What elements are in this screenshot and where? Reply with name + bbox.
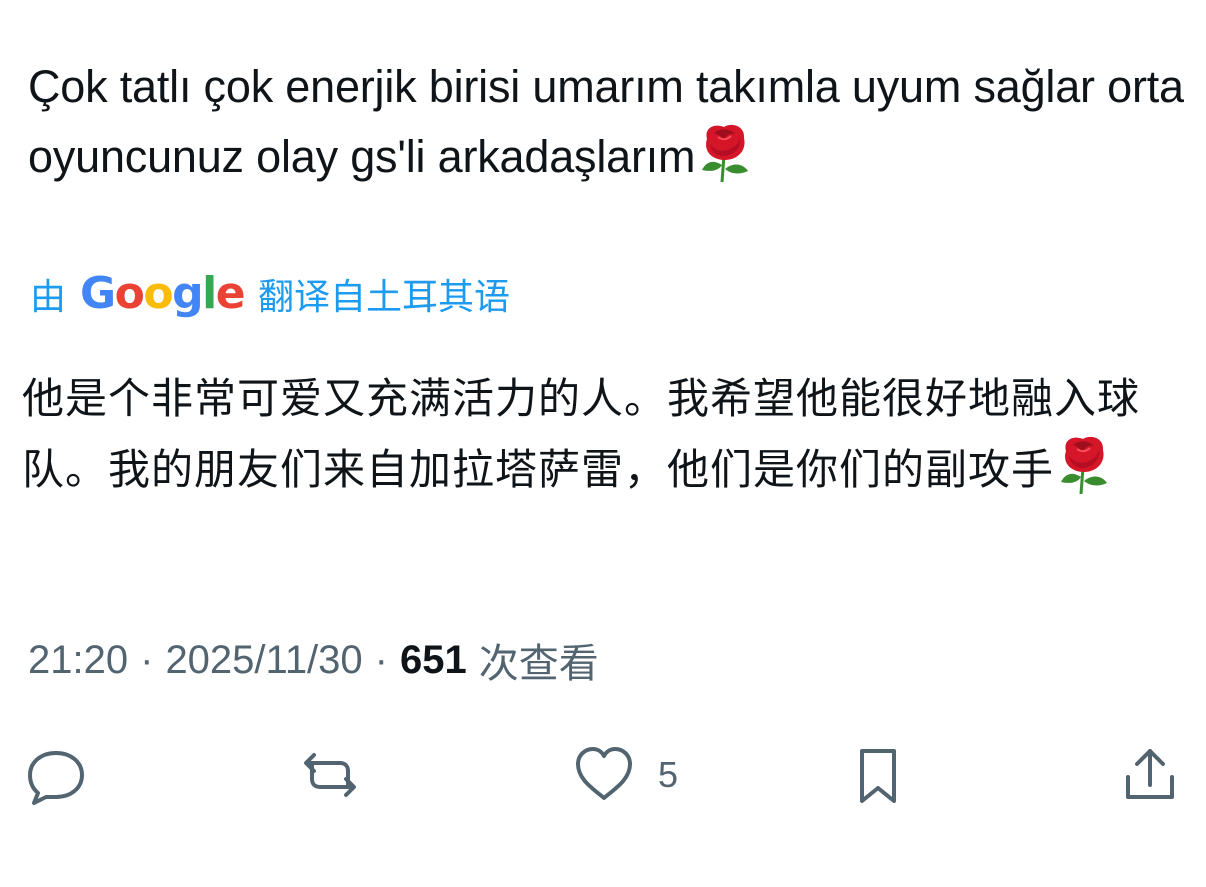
like-count: 5 [658, 754, 679, 795]
retweet-icon [304, 753, 356, 797]
rose-icon [1061, 436, 1108, 495]
metadata-separator: · [374, 637, 388, 682]
share-button[interactable] [1118, 735, 1182, 815]
tweet-metadata: 21:20 · 2025/11/30 · 651 次查看 [28, 630, 599, 690]
heart-icon [576, 747, 632, 800]
bookmark-icon [860, 749, 896, 803]
retweet-button[interactable] [298, 735, 362, 815]
tweet-translated-text: 他是个非常可爱又充满活力的人。我希望他能很好地融入球队。我的朋友们来自加拉塔萨雷… [22, 375, 1141, 493]
tweet-translated-text-block: 他是个非常可爱又充满活力的人。我希望他能很好地融入球队。我的朋友们来自加拉塔萨雷… [22, 364, 1192, 505]
rose-icon [702, 124, 749, 183]
share-icon [1126, 749, 1174, 799]
tweet-time[interactable]: 21:20 [28, 638, 128, 683]
tweet-original-text-block: Çok tatlı çok enerjik birisi umarım takı… [28, 52, 1188, 192]
bookmark-button[interactable] [846, 735, 910, 815]
views-label: 次查看 [478, 642, 599, 686]
metadata-separator: · [140, 637, 154, 682]
google-logo: Google [80, 268, 246, 319]
translation-attribution[interactable]: 由 Google 翻译自土耳其语 [30, 264, 510, 324]
reply-icon [28, 751, 84, 805]
like-button[interactable]: 5 [572, 735, 678, 815]
tweet-actions: 5 [0, 735, 1206, 815]
translation-prefix: 由 [30, 276, 67, 317]
translation-source-language: 翻译自土耳其语 [258, 276, 511, 317]
tweet: Çok tatlı çok enerjik birisi umarım takı… [0, 0, 1206, 887]
tweet-original-text: Çok tatlı çok enerjik birisi umarım takı… [28, 61, 1184, 182]
views-count: 651 [400, 637, 467, 682]
reply-button[interactable] [24, 735, 88, 815]
tweet-date[interactable]: 2025/11/30 [165, 638, 362, 683]
